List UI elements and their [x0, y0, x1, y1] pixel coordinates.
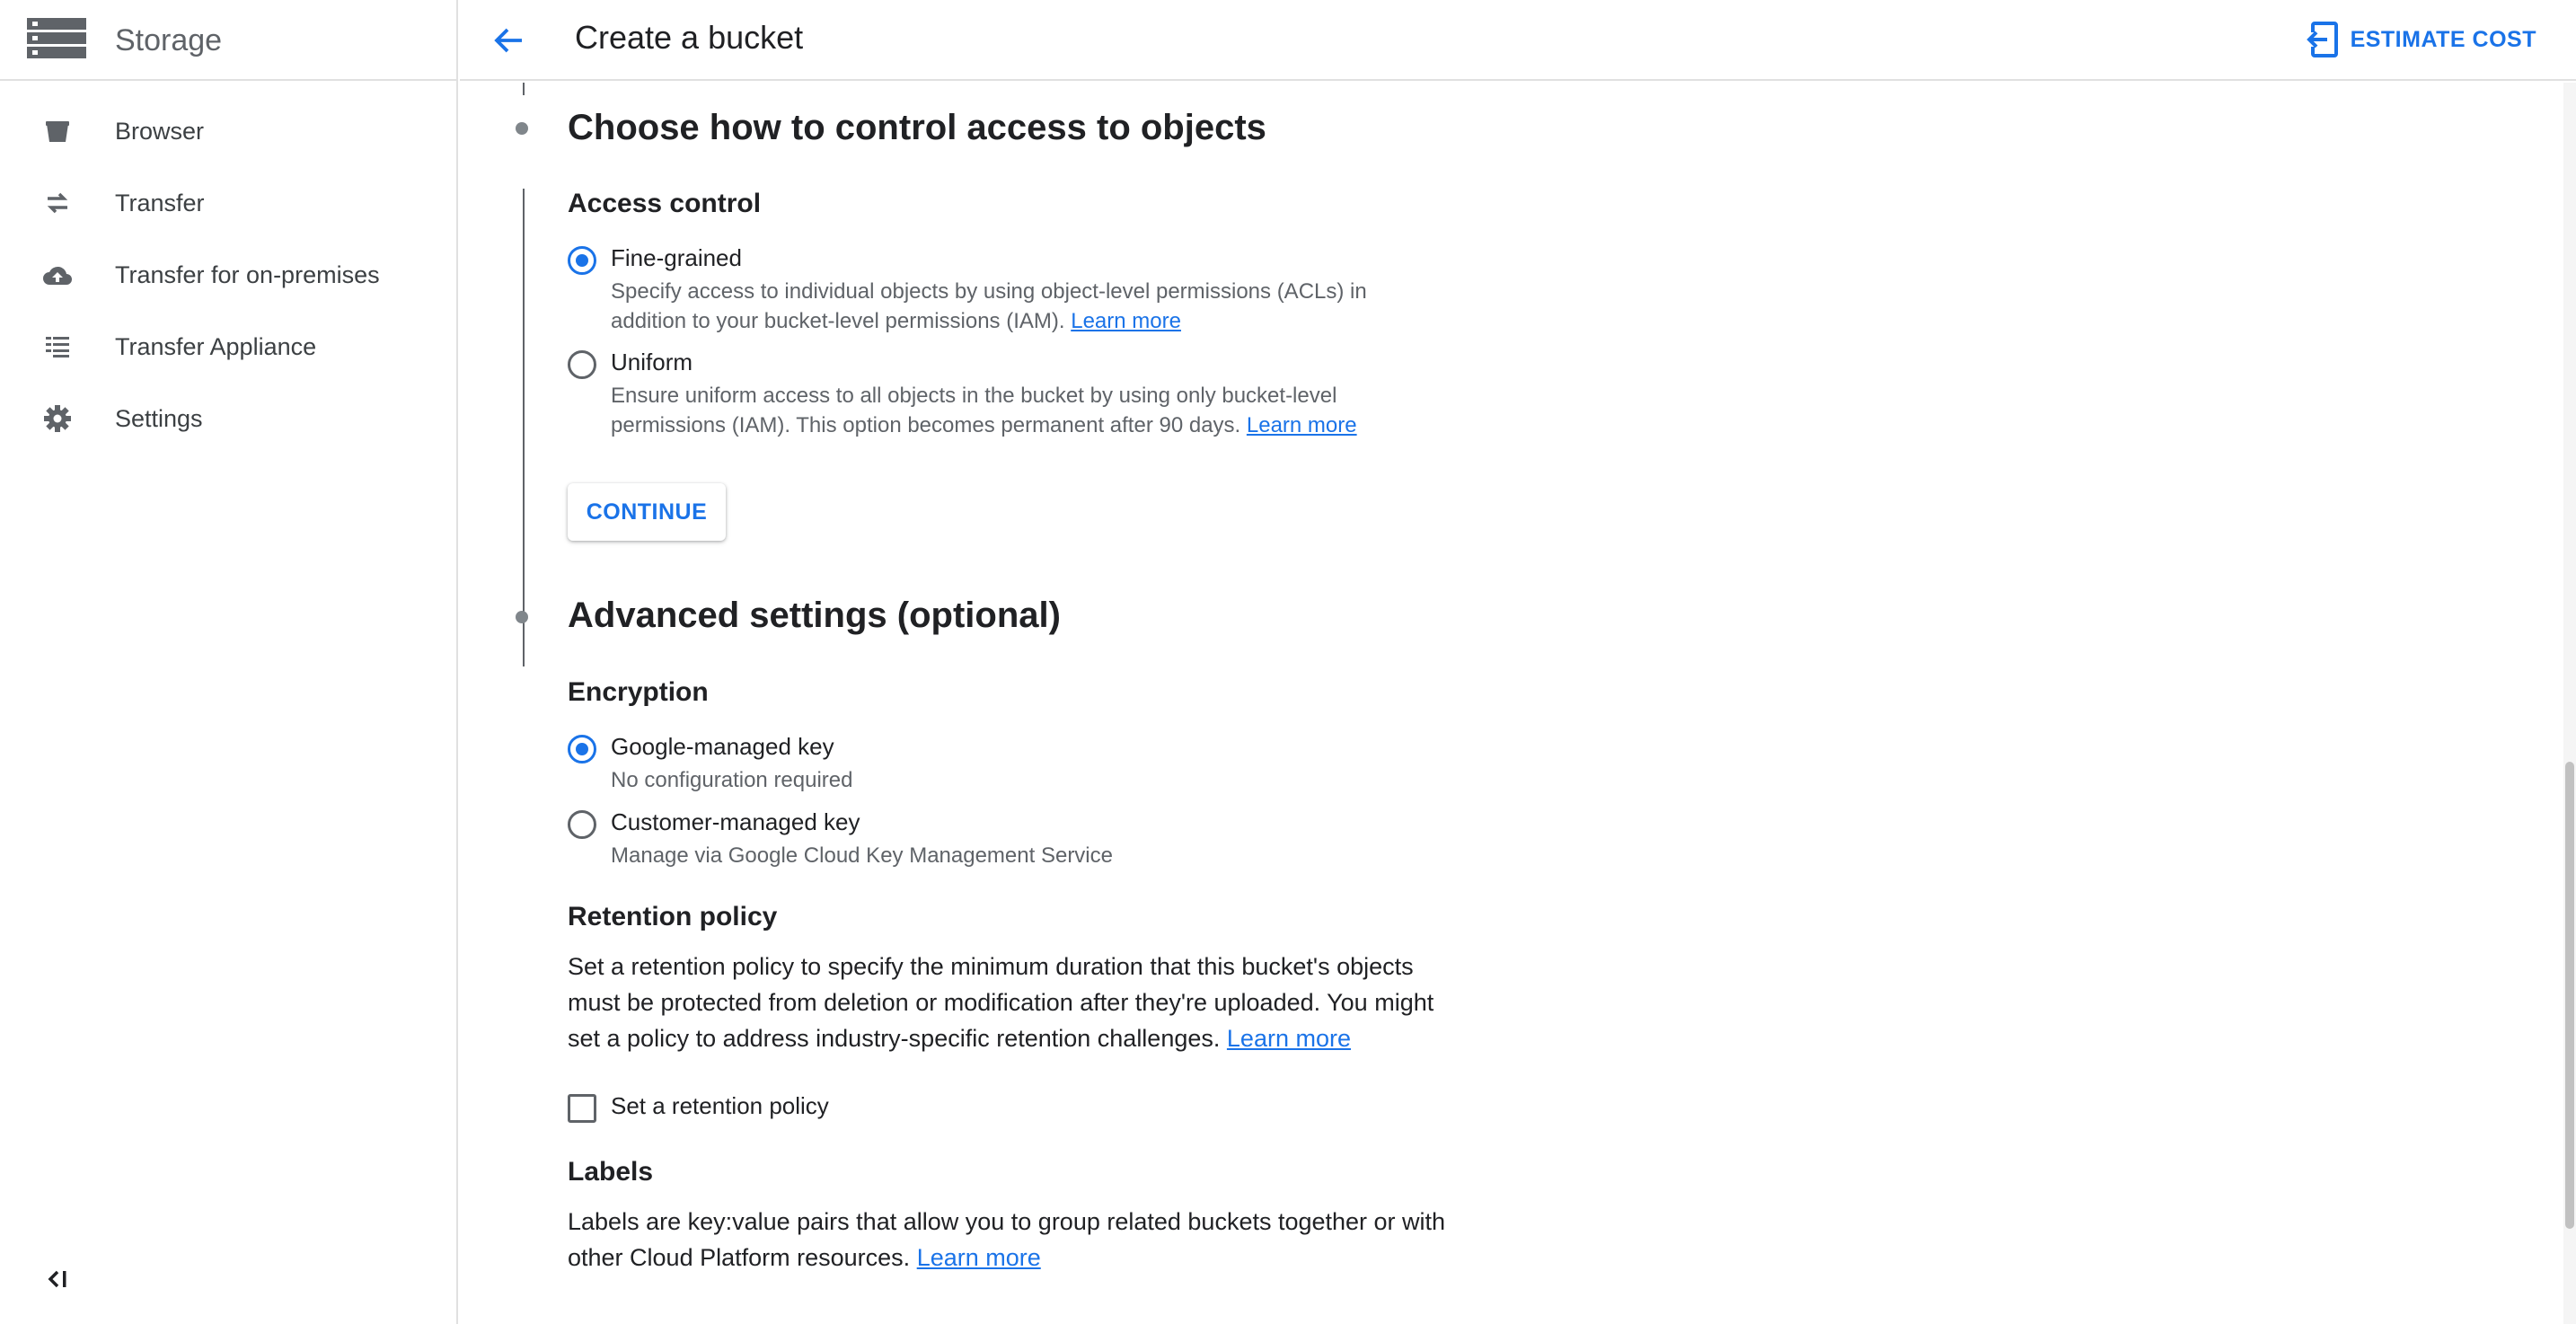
description-text: permissions (IAM). This option becomes p… — [611, 413, 1241, 437]
access-control-heading: Access control — [568, 189, 762, 218]
collapse-sidebar-icon[interactable] — [41, 1263, 74, 1295]
customer-managed-key-description: Manage via Google Cloud Key Management S… — [611, 843, 1113, 868]
google-managed-key-description: No configuration required — [611, 768, 853, 792]
fine-grained-radio[interactable] — [568, 246, 596, 275]
top-bar: Create a bucket ESTIMATE COST — [460, 0, 2576, 81]
app-root: Storage Browser Transfer Transfer for on… — [0, 0, 2576, 1324]
stepper-dot — [516, 122, 528, 135]
uniform-description: Ensure uniform access to all objects in … — [611, 381, 1419, 440]
sidebar-item-transfer-on-premises[interactable]: Transfer for on-premises — [0, 239, 456, 311]
page-title: Create a bucket — [575, 19, 804, 56]
description-line: addition to your bucket-level permission… — [611, 306, 1419, 336]
paragraph-line: set a policy to address industry-specifi… — [568, 1020, 1448, 1056]
advanced-section-heading: Advanced settings (optional) — [568, 596, 1061, 635]
google-managed-key-label: Google-managed key — [611, 733, 834, 760]
estimate-cost-label: ESTIMATE COST — [2350, 26, 2536, 52]
sidebar-nav: Browser Transfer Transfer for on-premise… — [0, 95, 456, 455]
list-icon — [40, 329, 75, 365]
estimate-cost-icon — [2306, 22, 2338, 57]
sidebar-item-settings[interactable]: Settings — [0, 383, 456, 455]
customer-managed-key-label: Customer-managed key — [611, 808, 860, 835]
product-title: Storage — [115, 23, 223, 57]
labels-heading: Labels — [568, 1157, 654, 1187]
description-line: Specify access to individual objects by … — [611, 279, 1367, 304]
uniform-label: Uniform — [611, 349, 693, 375]
arrow-left-icon — [494, 28, 522, 53]
access-section-heading: Choose how to control access to objects — [568, 108, 1266, 147]
sidebar: Storage Browser Transfer Transfer for on… — [0, 0, 458, 1324]
retention-policy-heading: Retention policy — [568, 902, 778, 931]
sidebar-header: Storage — [0, 0, 456, 81]
main-content: Choose how to control access to objects … — [460, 83, 2553, 1324]
paragraph-text: set a policy to address industry-specifi… — [568, 1025, 1221, 1052]
stepper-dot — [516, 611, 528, 623]
uniform-radio[interactable] — [568, 350, 596, 379]
encryption-heading: Encryption — [568, 677, 709, 707]
sidebar-item-label: Transfer for on-premises — [115, 260, 380, 288]
paragraph-text: other Cloud Platform resources. — [568, 1244, 911, 1271]
cloud-upload-icon — [40, 257, 75, 293]
paragraph-line: must be protected from deletion or modif… — [568, 989, 1434, 1016]
retention-learn-more-link[interactable]: Learn more — [1227, 1025, 1351, 1052]
description-text: addition to your bucket-level permission… — [611, 309, 1065, 333]
sidebar-item-label: Transfer — [115, 189, 205, 216]
google-managed-key-radio[interactable] — [568, 735, 596, 764]
scrollbar-thumb[interactable] — [2565, 762, 2574, 1229]
sidebar-item-label: Transfer Appliance — [115, 332, 317, 360]
vertical-scrollbar[interactable] — [2563, 83, 2576, 1324]
gear-icon — [40, 401, 75, 437]
uniform-learn-more-link[interactable]: Learn more — [1247, 413, 1357, 437]
continue-button[interactable]: CONTINUE — [568, 483, 726, 541]
description-line: permissions (IAM). This option becomes p… — [611, 410, 1419, 440]
fine-grained-description: Specify access to individual objects by … — [611, 277, 1419, 336]
stepper-line — [523, 189, 525, 666]
sidebar-item-browser[interactable]: Browser — [0, 95, 456, 167]
retention-policy-description: Set a retention policy to specify the mi… — [568, 949, 1448, 1056]
labels-description: Labels are key:value pairs that allow yo… — [568, 1204, 1448, 1275]
description-line: Ensure uniform access to all objects in … — [611, 384, 1337, 408]
sidebar-item-label: Browser — [115, 117, 205, 145]
stepper-line — [523, 83, 525, 95]
paragraph-line: other Cloud Platform resources. Learn mo… — [568, 1240, 1448, 1275]
paragraph-line: Set a retention policy to specify the mi… — [568, 953, 1414, 980]
back-button[interactable] — [487, 18, 532, 63]
customer-managed-key-radio[interactable] — [568, 810, 596, 839]
fine-grained-label: Fine-grained — [611, 244, 742, 271]
retention-policy-checkbox[interactable] — [568, 1094, 596, 1123]
paragraph-line: Labels are key:value pairs that allow yo… — [568, 1208, 1446, 1235]
fine-grained-learn-more-link[interactable]: Learn more — [1071, 309, 1181, 333]
sidebar-item-transfer-appliance[interactable]: Transfer Appliance — [0, 311, 456, 383]
retention-policy-checkbox-label: Set a retention policy — [611, 1092, 829, 1119]
storage-icon — [27, 18, 86, 58]
labels-learn-more-link[interactable]: Learn more — [917, 1244, 1041, 1271]
swap-arrows-icon — [40, 185, 75, 221]
sidebar-item-transfer[interactable]: Transfer — [0, 167, 456, 239]
sidebar-item-label: Settings — [115, 404, 203, 432]
bucket-icon — [40, 113, 75, 149]
estimate-cost-button[interactable]: ESTIMATE COST — [2306, 18, 2536, 61]
